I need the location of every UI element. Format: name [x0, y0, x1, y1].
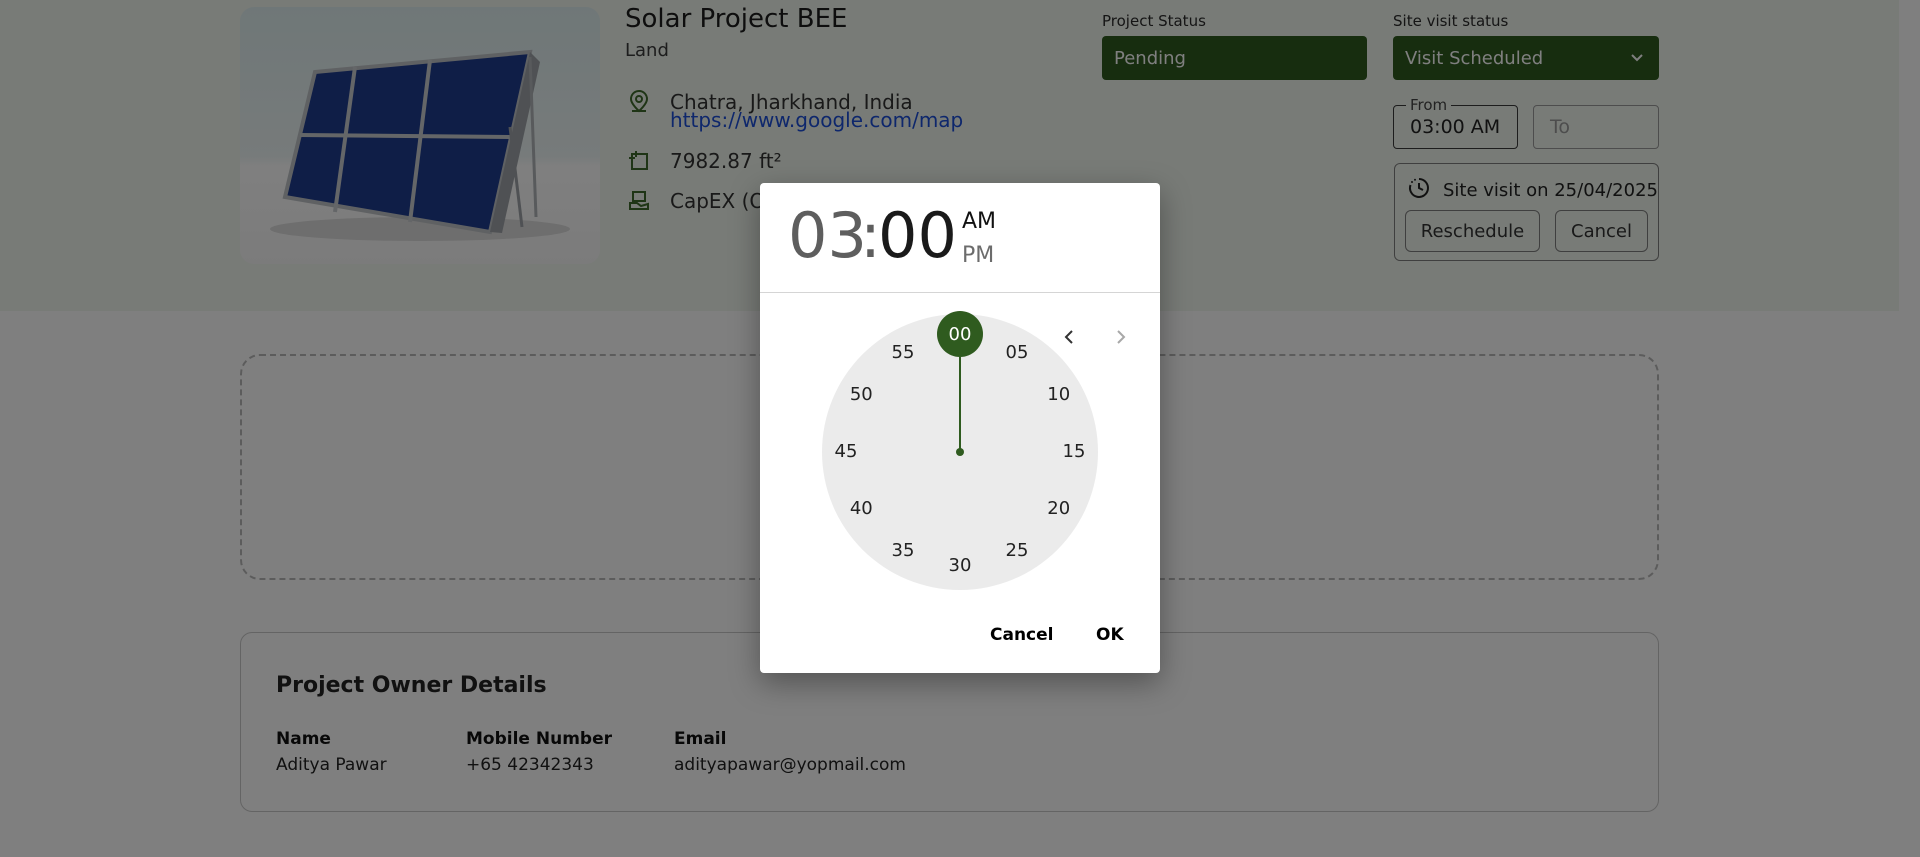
chevron-right-icon[interactable]	[1108, 325, 1132, 349]
minute-clock-face[interactable]: 00 05 10 15 20 25 30 35 40 45 50 55	[822, 311, 1098, 590]
selected-minute[interactable]: 00	[937, 311, 983, 357]
clock-minute-label[interactable]: 05	[997, 341, 1037, 365]
clock-minute-label[interactable]: 30	[940, 554, 980, 578]
clock-minute-label[interactable]: 20	[1039, 497, 1079, 521]
clock-minute-label[interactable]: 10	[1039, 383, 1079, 407]
clock-minute-label[interactable]: 40	[841, 497, 881, 521]
clock-hand	[959, 357, 961, 452]
time-picker-dialog: 03 : 00 AM PM 00 05 10 15 20 25 30 35 40 45 50 55 …	[760, 183, 1160, 673]
clock-minute-label[interactable]: 15	[1054, 440, 1094, 464]
time-picker-header: 03 : 00 AM PM	[760, 183, 1160, 293]
time-picker-cancel-button[interactable]: Cancel	[990, 625, 1053, 645]
pm-toggle[interactable]: PM	[962, 243, 994, 268]
clock-minute-label[interactable]: 55	[883, 341, 923, 365]
clock-minute-label[interactable]: 35	[883, 539, 923, 563]
minutes-display[interactable]: 00	[878, 199, 957, 272]
chevron-left-icon[interactable]	[1058, 325, 1082, 349]
hours-display[interactable]: 03	[788, 199, 867, 272]
clock-pivot	[956, 448, 964, 456]
clock-minute-label[interactable]: 25	[997, 539, 1037, 563]
clock-minute-label[interactable]: 45	[826, 440, 866, 464]
time-picker-ok-button[interactable]: OK	[1096, 625, 1124, 645]
clock-minute-label[interactable]: 50	[841, 383, 881, 407]
am-toggle[interactable]: AM	[962, 209, 996, 234]
